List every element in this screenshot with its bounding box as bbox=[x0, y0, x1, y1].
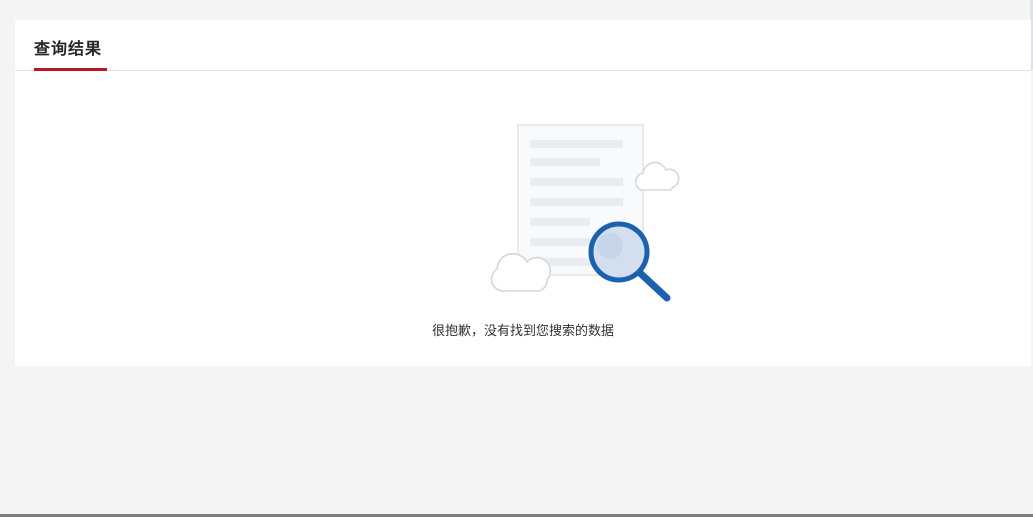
document-line-icon bbox=[530, 218, 590, 226]
magnifier-icon bbox=[588, 221, 671, 302]
document-line-icon bbox=[530, 140, 623, 148]
document-line-icon bbox=[530, 158, 600, 166]
document-line-icon bbox=[530, 178, 623, 186]
empty-search-illustration-icon bbox=[490, 124, 680, 302]
results-panel: 查询结果 很抱歉，没有找到您搜索的数据 bbox=[15, 20, 1031, 366]
cloud-icon bbox=[490, 252, 552, 292]
document-line-icon bbox=[530, 198, 623, 206]
results-title: 查询结果 bbox=[34, 39, 103, 58]
title-underline bbox=[34, 68, 107, 71]
empty-state-message: 很抱歉，没有找到您搜索的数据 bbox=[431, 324, 614, 339]
top-strip bbox=[0, 0, 1033, 20]
results-header: 查询结果 bbox=[15, 20, 1031, 71]
